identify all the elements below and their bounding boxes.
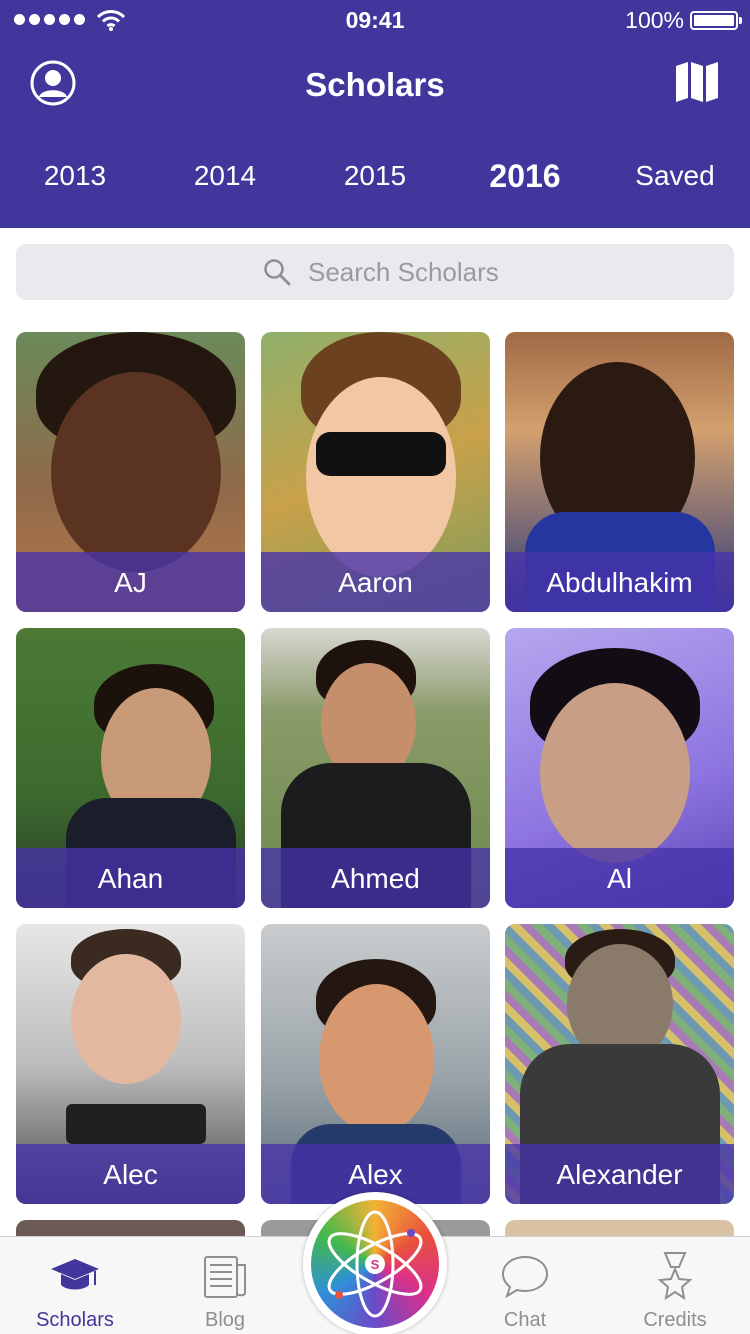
search-icon bbox=[264, 259, 291, 286]
tab-2014[interactable]: 2014 bbox=[150, 160, 300, 192]
scholar-card-alec[interactable]: Alec bbox=[16, 924, 245, 1204]
scholar-card-aj[interactable]: AJ bbox=[16, 332, 245, 612]
search-input[interactable]: Search Scholars bbox=[308, 257, 499, 288]
scholar-card-ahan[interactable]: Ahan bbox=[16, 628, 245, 908]
tab-2013[interactable]: 2013 bbox=[0, 160, 150, 192]
scholar-name: Alec bbox=[16, 1144, 245, 1204]
tab-credits[interactable]: Credits bbox=[600, 1237, 750, 1334]
atom-icon: S bbox=[327, 1210, 423, 1318]
tab-label: Credits bbox=[643, 1309, 707, 1331]
chat-bubble-icon bbox=[501, 1255, 549, 1299]
scholar-card-abdulhakim[interactable]: Abdulhakim bbox=[505, 332, 734, 612]
battery-percent: 100% bbox=[625, 7, 684, 33]
battery-icon bbox=[690, 11, 742, 30]
star-award-icon bbox=[657, 1252, 693, 1301]
tab-label: Blog bbox=[204, 1309, 246, 1331]
tab-blog[interactable]: Blog bbox=[150, 1237, 300, 1334]
tab-2015[interactable]: 2015 bbox=[300, 160, 450, 192]
search-bar[interactable]: Search Scholars bbox=[16, 244, 734, 300]
newspaper-icon bbox=[204, 1256, 246, 1298]
header: 09:41 100% Scholars 2013 2014 2015 2016 … bbox=[0, 0, 750, 228]
tab-chat[interactable]: Chat bbox=[450, 1237, 600, 1334]
scholar-card-ahmed[interactable]: Ahmed bbox=[261, 628, 490, 908]
tab-label: Chat bbox=[503, 1309, 547, 1331]
scholar-card-alexander[interactable]: Alexander bbox=[505, 924, 734, 1204]
scholar-card-al[interactable]: Al bbox=[505, 628, 734, 908]
tab-scholars[interactable]: Scholars bbox=[0, 1237, 150, 1334]
svg-text:S: S bbox=[371, 1257, 380, 1272]
scholar-name: Al bbox=[505, 848, 734, 908]
scholar-card-aaron[interactable]: Aaron bbox=[261, 332, 490, 612]
tab-2016[interactable]: 2016 bbox=[450, 158, 600, 195]
scholar-name: Alexander bbox=[505, 1144, 734, 1204]
status-bar: 09:41 100% bbox=[0, 0, 750, 40]
scholar-name: Abdulhakim bbox=[505, 552, 734, 612]
tab-label: Scholars bbox=[36, 1309, 114, 1331]
scholar-name: Aaron bbox=[261, 552, 490, 612]
center-action-button[interactable]: S bbox=[303, 1192, 447, 1334]
graduation-cap-icon bbox=[51, 1259, 99, 1290]
scholar-name: Ahmed bbox=[261, 848, 490, 908]
scholar-name: AJ bbox=[16, 552, 245, 612]
scholar-name: Ahan bbox=[16, 848, 245, 908]
map-icon[interactable] bbox=[674, 60, 720, 104]
page-title: Scholars bbox=[305, 66, 445, 103]
scholar-card-alex[interactable]: Alex bbox=[261, 924, 490, 1204]
tab-saved[interactable]: Saved bbox=[600, 160, 750, 192]
year-tabs: 2013 2014 2015 2016 Saved bbox=[0, 158, 750, 200]
